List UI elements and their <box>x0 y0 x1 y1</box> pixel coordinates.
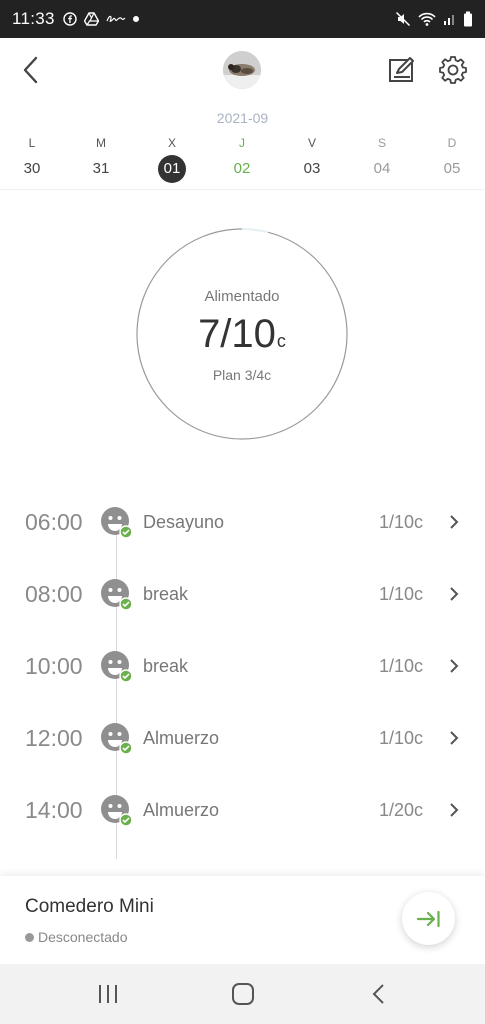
feeding-amount: 1/10c <box>379 728 424 748</box>
day-letter: D <box>447 136 457 150</box>
feeding-row[interactable]: 12:00 Almuerzo 1/10c <box>0 703 485 775</box>
battery-icon <box>464 11 472 27</box>
chevron-right-icon <box>450 515 459 529</box>
fed-check-icon <box>101 651 133 683</box>
fed-check-icon <box>101 723 133 755</box>
day-item-today[interactable]: J 02 <box>222 134 262 183</box>
feeding-amount: 1/10c <box>379 512 424 532</box>
status-dot-icon <box>25 932 34 942</box>
fed-label: Alimentado <box>204 288 280 305</box>
edit-icon[interactable] <box>388 56 416 84</box>
feeding-time: 14:00 <box>25 797 83 823</box>
feeding-row[interactable]: 10:00 break 1/10c <box>0 631 485 703</box>
recent-apps-icon[interactable] <box>93 980 123 1008</box>
feeding-row[interactable]: 14:00 Almuerzo 1/20c <box>0 775 485 847</box>
feeding-time: 10:00 <box>25 653 83 679</box>
day-number: 31 <box>92 160 110 177</box>
feeding-name: Desayuno <box>143 512 225 532</box>
day-letter: S <box>377 136 386 150</box>
fed-value: 7/10c <box>136 312 348 357</box>
pet-avatar[interactable] <box>223 51 261 89</box>
day-item[interactable]: V 03 <box>292 134 332 183</box>
gear-icon[interactable] <box>438 55 468 85</box>
day-number: 03 <box>303 160 321 177</box>
day-item[interactable]: S 04 <box>362 134 402 183</box>
day-letter: L <box>28 136 36 150</box>
chevron-right-icon <box>450 803 459 817</box>
feeding-name: Almuerzo <box>143 728 220 748</box>
home-icon[interactable] <box>228 980 258 1008</box>
day-number: 01 <box>158 155 186 183</box>
cat-photo <box>223 51 261 89</box>
app-header <box>0 38 485 104</box>
feeding-time: 12:00 <box>25 725 83 751</box>
feeding-row[interactable]: 08:00 break 1/10c <box>0 559 485 631</box>
fed-unit: c <box>276 331 286 351</box>
wifi-icon <box>418 12 436 26</box>
day-number: 05 <box>443 160 461 177</box>
day-letter: M <box>96 136 106 150</box>
day-letter: J <box>239 136 245 150</box>
day-item[interactable]: M 31 <box>81 134 121 183</box>
day-item[interactable]: D 05 <box>432 134 472 183</box>
day-item[interactable]: L 30 <box>12 134 52 183</box>
chevron-right-icon <box>450 659 459 673</box>
chevron-right-icon <box>450 587 459 601</box>
feeding-name: break <box>143 584 189 604</box>
feeding-time: 08:00 <box>25 581 83 607</box>
feeding-amount: 1/10c <box>379 656 424 676</box>
notification-dot-icon <box>132 16 139 22</box>
chevron-right-icon <box>450 731 459 745</box>
feeding-time: 06:00 <box>25 509 83 535</box>
feeding-row[interactable]: 06:00 Desayuno 1/10c <box>0 487 485 559</box>
day-letter: X <box>167 136 176 150</box>
device-status: Desconectado <box>25 929 128 945</box>
day-number: 04 <box>373 160 391 177</box>
facebook-icon <box>63 12 77 26</box>
status-bar: 11:33 <box>0 0 485 38</box>
fed-check-icon <box>101 579 133 611</box>
divider <box>0 189 485 190</box>
fed-check-icon <box>101 507 133 539</box>
signature-icon <box>106 15 126 22</box>
feeding-timeline: 06:00 Desayuno 1/10c 08:00 break 1/10c 1… <box>0 487 485 859</box>
device-name: Comedero Mini <box>25 896 154 917</box>
fed-check-icon <box>101 795 133 827</box>
day-item-selected[interactable]: X 01 <box>152 134 192 183</box>
mute-icon <box>395 11 411 27</box>
feeding-summary: Alimentado 7/10c Plan 3/4c <box>136 228 348 440</box>
feeding-amount: 1/10c <box>379 584 424 604</box>
drive-icon <box>83 12 99 26</box>
month-label: 2021-09 <box>216 110 269 126</box>
device-status-label: Desconectado <box>38 929 128 945</box>
back-nav-icon[interactable] <box>364 980 394 1008</box>
day-number: 02 <box>233 160 251 177</box>
feeding-amount: 1/20c <box>379 800 424 820</box>
week-strip: L 30 M 31 X 01 J 02 V 03 S 04 D 05 <box>0 134 485 184</box>
plan-label: Plan 3/4c <box>212 367 272 383</box>
device-card[interactable]: Comedero Mini Desconectado <box>0 876 485 964</box>
feeding-name: break <box>143 656 189 676</box>
arrow-to-end-icon <box>416 910 440 927</box>
day-letter: V <box>307 136 316 150</box>
fed-amount: 7/10 <box>198 312 276 356</box>
feeding-name: Almuerzo <box>143 800 220 820</box>
back-arrow-icon[interactable] <box>18 54 46 86</box>
system-nav-bar <box>0 964 485 1024</box>
day-number: 30 <box>23 160 41 177</box>
status-time: 11:33 <box>12 9 55 28</box>
exit-button[interactable] <box>402 892 455 945</box>
signal-icon <box>444 15 454 25</box>
